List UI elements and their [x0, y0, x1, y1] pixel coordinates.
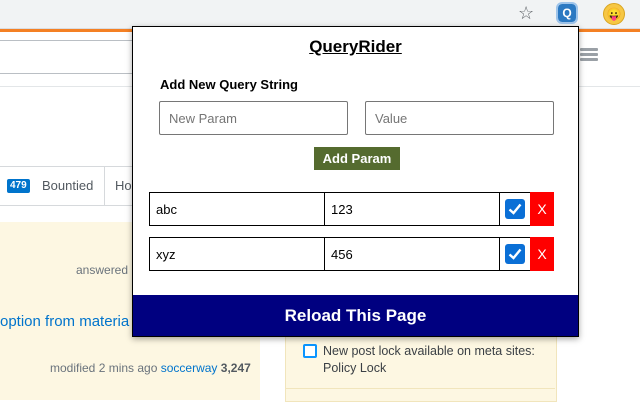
bountied-count-badge: 479 [7, 179, 30, 193]
user-link[interactable]: soccerway [161, 361, 218, 375]
checkmark-icon [508, 248, 522, 260]
question-tabs: 479 Bountied Ho [0, 166, 135, 206]
new-value-input[interactable] [365, 101, 554, 135]
user-reputation: 3,247 [220, 361, 251, 375]
tab-divider [104, 167, 105, 205]
sidebar-divider [285, 388, 555, 389]
speech-bubble-icon [303, 344, 317, 358]
question-modified-line: modified 2 mins ago soccerway 3,247 [50, 361, 251, 375]
queryrider-extension-icon[interactable]: Q [556, 2, 578, 24]
param-enabled-checkbox[interactable] [505, 244, 525, 264]
param-row: xyz 456 X [149, 237, 554, 271]
param-enabled-cell [499, 192, 531, 226]
param-enabled-checkbox[interactable] [505, 199, 525, 219]
star-icon[interactable]: ☆ [518, 4, 534, 22]
popup-title: QueryRider [309, 37, 402, 56]
stack-exchange-icon[interactable] [580, 48, 598, 62]
answered-label: answered [76, 263, 129, 277]
tab-bountied[interactable]: Bountied [42, 178, 93, 193]
meta-notice-link[interactable]: New post lock available on meta sites: P… [323, 343, 553, 377]
checkmark-icon [508, 203, 522, 215]
param-value-field[interactable]: 456 [324, 237, 500, 271]
site-search-input[interactable] [0, 40, 136, 74]
reload-page-button[interactable]: Reload This Page [133, 295, 578, 336]
tab-hot[interactable]: Ho [115, 178, 132, 193]
new-param-input[interactable] [159, 101, 348, 135]
question-title-link[interactable]: option from materia [0, 313, 129, 330]
param-row: abc 123 X [149, 192, 554, 226]
param-key-field[interactable]: abc [149, 192, 325, 226]
browser-toolbar: ☆ Q 😛 [0, 0, 640, 29]
delete-param-button[interactable]: X [530, 237, 554, 271]
param-enabled-cell [499, 237, 531, 271]
queryrider-popup: QueryRider Add New Query String Add Para… [132, 26, 579, 337]
param-key-field[interactable]: xyz [149, 237, 325, 271]
add-param-button[interactable]: Add Param [314, 147, 400, 170]
modified-text: modified 2 mins ago [50, 361, 158, 375]
add-query-heading: Add New Query String [160, 77, 298, 92]
param-value-field[interactable]: 123 [324, 192, 500, 226]
profile-emoji-icon[interactable]: 😛 [603, 3, 625, 25]
delete-param-button[interactable]: X [530, 192, 554, 226]
